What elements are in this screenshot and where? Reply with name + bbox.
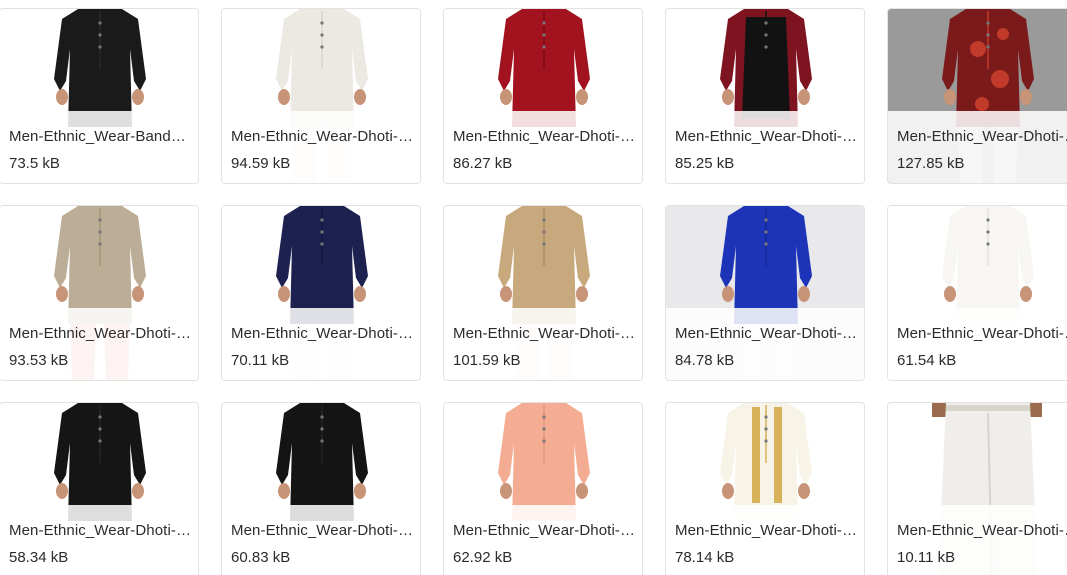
file-size: 78.14 kB xyxy=(675,549,735,566)
file-name: Men-Ethnic_Wear-Dhoti-Kurta-13.jpg xyxy=(675,522,859,539)
file-caption-backdrop xyxy=(0,308,198,380)
file-card[interactable]: Men-Ethnic_Wear-Dhoti-Kurta-12.jpg 62.92 … xyxy=(443,402,643,575)
file-name: Men-Ethnic_Wear-Dhoti-Kurta-3.jpg xyxy=(675,128,859,145)
file-size: 73.5 kB xyxy=(9,155,60,172)
file-card[interactable]: Men-Ethnic_Wear-Dhoti-Kurta-3.jpg 85.25 k… xyxy=(665,8,865,184)
file-size: 127.85 kB xyxy=(897,155,965,172)
file-caption-backdrop xyxy=(666,308,864,380)
file-caption-backdrop xyxy=(444,111,642,183)
file-size: 94.59 kB xyxy=(231,155,291,172)
file-size: 101.59 kB xyxy=(453,352,521,369)
file-size: 58.34 kB xyxy=(9,549,69,566)
file-size: 60.83 kB xyxy=(231,549,291,566)
file-name: Men-Ethnic_Wear-Dhoti-Kurta-12.jpg xyxy=(453,522,637,539)
file-card[interactable]: Men-Ethnic_Wear-Dhoti-Kurta-6.jpg 70.11 k… xyxy=(221,205,421,381)
file-size: 61.54 kB xyxy=(897,352,957,369)
file-name: Men-Ethnic_Wear-Dhoti-Kurta-10.jpg xyxy=(9,522,193,539)
file-name: Men-Ethnic_Wear-Dhoti-Kurta-5.jpg xyxy=(9,325,193,342)
file-name: Men-Ethnic_Wear-Dhoti-Kurta-4.jpg xyxy=(897,128,1067,145)
file-caption-backdrop xyxy=(0,111,198,183)
file-card[interactable]: Men-Ethnic_Wear-Dhoti-Kurta-14.jpg 10.11 … xyxy=(887,402,1067,575)
file-size: 70.11 kB xyxy=(231,352,290,369)
file-card[interactable]: Men-Ethnic_Wear-Dhoti-Kurta-10.jpg 58.34 … xyxy=(0,402,199,575)
file-name: Men-Ethnic_Wear-Dhoti-Kurta-7.jpg xyxy=(453,325,637,342)
file-name: Men-Ethnic_Wear-Dhoti-Kurta-14.jpg xyxy=(897,522,1067,539)
file-card[interactable]: Men-Ethnic_Wear-Dhoti-Kurta-9.jpg 61.54 k… xyxy=(887,205,1067,381)
file-caption-backdrop xyxy=(888,308,1067,380)
file-card[interactable]: Men-Ethnic_Wear-Dhoti-Kurta-11.jpg 60.83 … xyxy=(221,402,421,575)
file-name: Men-Ethnic_Wear-Dhoti-Kurta-1.jpg xyxy=(231,128,415,145)
file-card[interactable]: Men-Ethnic_Wear-Dhoti-Kurta-2.jpg 86.27 k… xyxy=(443,8,643,184)
file-card[interactable]: Men-Ethnic_Wear-Dhoti-Kurta-1.jpg 94.59 k… xyxy=(221,8,421,184)
file-size: 10.11 kB xyxy=(897,549,956,566)
file-caption-backdrop xyxy=(666,111,864,183)
file-caption-backdrop xyxy=(888,111,1067,183)
file-name: Men-Ethnic_Wear-Dhoti-Kurta-6.jpg xyxy=(231,325,415,342)
file-name: Men-Ethnic_Wear-Dhoti-Kurta-9.jpg xyxy=(897,325,1067,342)
file-size: 84.78 kB xyxy=(675,352,735,369)
file-card[interactable]: Men-Ethnic_Wear-Bandhgala.jpg 73.5 kB xyxy=(0,8,199,184)
file-card[interactable]: Men-Ethnic_Wear-Dhoti-Kurta-5.jpg 93.53 k… xyxy=(0,205,199,381)
file-name: Men-Ethnic_Wear-Dhoti-Kurta-2.jpg xyxy=(453,128,637,145)
file-gallery-grid: Men-Ethnic_Wear-Bandhgala.jpg73.5 kBMen-… xyxy=(0,0,1067,575)
file-caption-backdrop xyxy=(222,111,420,183)
file-caption-backdrop xyxy=(222,308,420,380)
file-size: 93.53 kB xyxy=(9,352,69,369)
file-name: Men-Ethnic_Wear-Dhoti-Kurta-11.jpg xyxy=(231,522,415,539)
file-caption-backdrop xyxy=(444,308,642,380)
file-size: 86.27 kB xyxy=(453,155,513,172)
file-name: Men-Ethnic_Wear-Bandhgala.jpg xyxy=(9,128,193,145)
file-card[interactable]: Men-Ethnic_Wear-Dhoti-Kurta-7.jpg 101.59 … xyxy=(443,205,643,381)
file-name: Men-Ethnic_Wear-Dhoti-Kurta-8.jpg xyxy=(675,325,859,342)
file-size: 62.92 kB xyxy=(453,549,513,566)
file-card[interactable]: Men-Ethnic_Wear-Dhoti-Kurta-8.jpg 84.78 k… xyxy=(665,205,865,381)
file-card[interactable]: Men-Ethnic_Wear-Dhoti-Kurta-4.jpg 127.85 … xyxy=(887,8,1067,184)
file-card[interactable]: Men-Ethnic_Wear-Dhoti-Kurta-13.jpg 78.14 … xyxy=(665,402,865,575)
file-size: 85.25 kB xyxy=(675,155,735,172)
